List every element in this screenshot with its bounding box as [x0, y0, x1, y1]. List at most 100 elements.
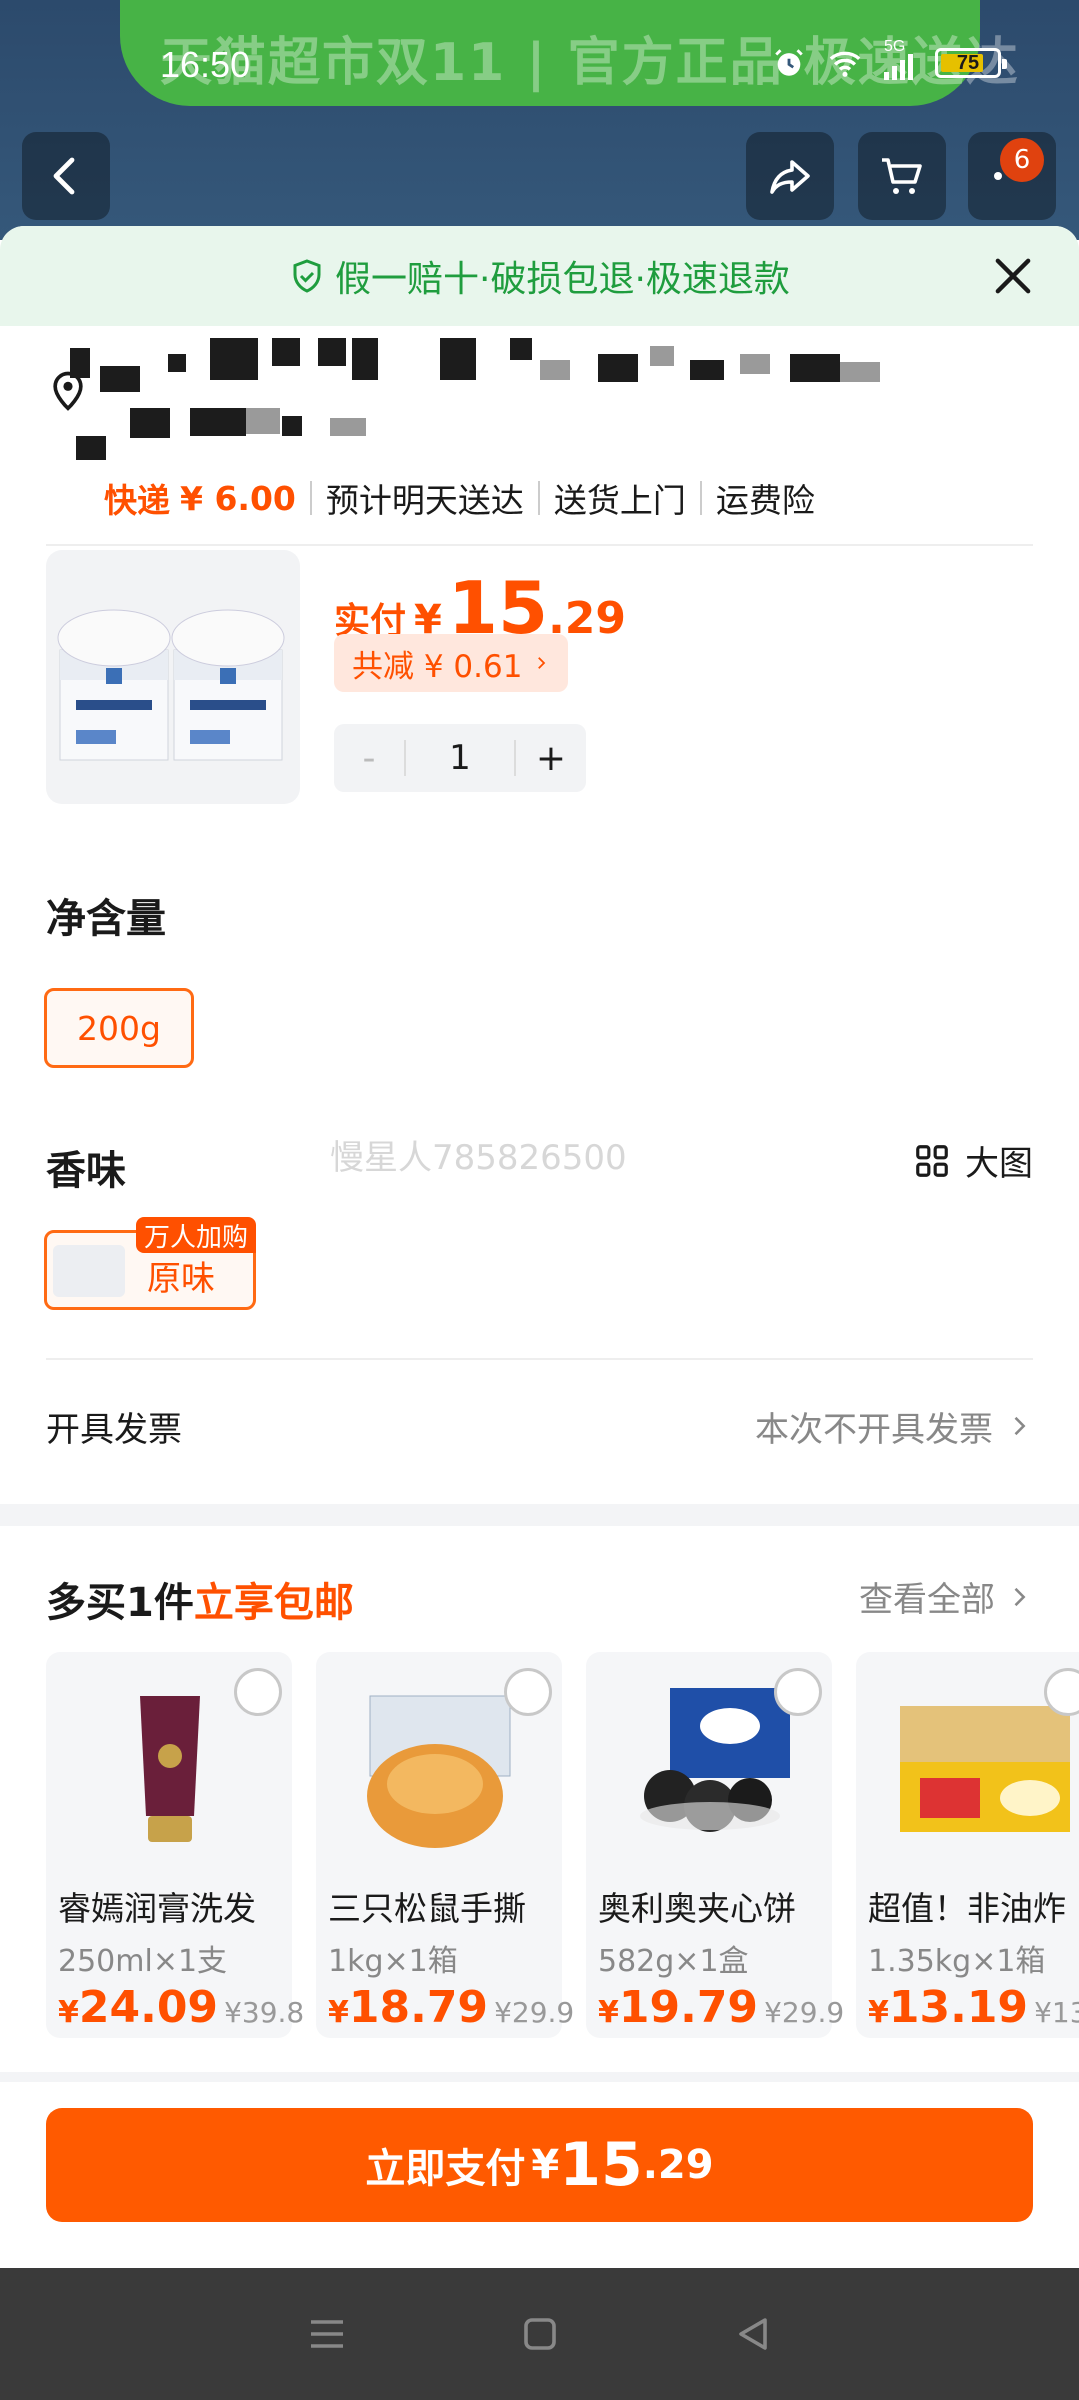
- item-price-value: 24.09: [78, 1982, 219, 2033]
- item-original-price: ¥29.9: [494, 1996, 575, 2029]
- invoice-label: 开具发票: [46, 1409, 182, 1450]
- item-name: 超值！非油炸: [868, 1889, 1066, 1928]
- shipping-fee-label: 快递: [104, 481, 170, 520]
- shipping-info: 快递 ¥ 6.00 预计明天送达 送货上门 运费险: [104, 474, 815, 522]
- item-price: ¥18.79 ¥29.9: [328, 1982, 574, 2033]
- upsell-item-card[interactable]: 超值！非油炸 1.35kg×1箱 ¥13.19¥13.8: [856, 1652, 1079, 2038]
- menu-icon[interactable]: [303, 2310, 351, 2358]
- item-spec: 1.35kg×1箱: [868, 1944, 1046, 1979]
- discount-detail-button[interactable]: 共减 ¥ 0.61: [334, 634, 569, 692]
- chevron-right-icon: [538, 657, 546, 669]
- wifi-icon: [829, 51, 861, 77]
- purchase-sheet: 假一赔十·破损包退·极速退款 快递 ¥ 6.00 预计明天送达 送货上门 运费险…: [0, 226, 1079, 2268]
- item-currency: ¥: [868, 1995, 889, 2030]
- cart-icon: [882, 158, 922, 194]
- item-price: ¥19.79 ¥29.9: [598, 1982, 844, 2033]
- guarantee-text: 假一赔十·破损包退·极速退款: [335, 259, 790, 300]
- section-gap: [0, 1504, 1079, 1526]
- shipping-insurance: 运费险: [715, 481, 815, 520]
- invoice-value: 本次不开具发票: [755, 1409, 993, 1450]
- view-all-link[interactable]: 查看全部: [859, 1572, 1033, 1621]
- shipping-fee: ¥ 6.00: [180, 478, 296, 518]
- popular-tag: 万人加购: [135, 1217, 256, 1253]
- share-button[interactable]: [746, 132, 834, 220]
- battery-level: 75: [956, 51, 980, 74]
- quantity-input[interactable]: 1: [404, 740, 516, 776]
- select-radio[interactable]: [234, 1668, 282, 1716]
- more-button[interactable]: 6: [968, 132, 1056, 220]
- upsell-item-card[interactable]: 三只松鼠手撕 1kg×1箱 ¥18.79 ¥29.9: [316, 1652, 574, 2038]
- battery-icon: 75: [935, 48, 1007, 78]
- delivery-address-section[interactable]: 快递 ¥ 6.00 预计明天送达 送货上门 运费险: [0, 326, 1079, 546]
- pay-currency: ¥: [531, 2142, 560, 2188]
- increase-button[interactable]: +: [516, 738, 586, 779]
- item-price: ¥13.19¥13.8: [868, 1982, 1079, 2033]
- flavor-title: 香味: [46, 1148, 126, 1194]
- item-name: 三只松鼠手撕: [328, 1889, 526, 1928]
- item-currency: ¥: [328, 1995, 349, 2030]
- chevron-left-icon: [53, 157, 75, 195]
- flavor-option-label: 原味: [147, 1259, 215, 1299]
- delivery-eta: 预计明天送达: [325, 481, 524, 520]
- item-spec: 250ml×1支: [58, 1944, 228, 1979]
- pay-amount-decimal: .29: [642, 2142, 714, 2188]
- upsell-item-card[interactable]: 睿嫣润膏洗发 250ml×1支 ¥24.09 ¥39.8: [46, 1652, 304, 2038]
- flavor-thumbnail: [53, 1245, 125, 1297]
- item-spec: 1kg×1箱: [328, 1944, 458, 1979]
- product-summary: 实付 ¥ 15 .29 共减 ¥ 0.61 - 1 +: [0, 546, 1079, 836]
- item-currency: ¥: [598, 1995, 619, 2030]
- item-name: 奥利奥夹心饼: [598, 1889, 796, 1928]
- guarantee-banner: 假一赔十·破损包退·极速退款: [0, 226, 1079, 326]
- item-original-price: ¥13.8: [1034, 1996, 1079, 2029]
- soap-product-image: [57, 609, 285, 761]
- decrease-button[interactable]: -: [334, 738, 404, 779]
- discount-text: 共减 ¥ 0.61: [352, 648, 523, 685]
- pay-now-button[interactable]: 立即支付 ¥ 15 .29: [46, 2108, 1033, 2222]
- item-price-value: 18.79: [348, 1982, 489, 2033]
- item-price: ¥24.09 ¥39.8: [58, 1982, 304, 2033]
- item-currency: ¥: [58, 1995, 79, 2030]
- signal-icon: 5G: [884, 38, 913, 80]
- message-count-badge: 6: [1000, 138, 1044, 182]
- big-image-toggle[interactable]: 大图: [913, 1136, 1033, 1185]
- select-radio[interactable]: [774, 1668, 822, 1716]
- watermark-text: 慢星人785826500: [330, 1138, 627, 1178]
- pay-label: 立即支付: [365, 2146, 526, 2192]
- upsell-list: 睿嫣润膏洗发 250ml×1支 ¥24.09 ¥39.8 三只松鼠手撕 1kg×1…: [46, 1652, 1079, 2038]
- item-price-value: 19.79: [618, 1982, 759, 2033]
- cart-button[interactable]: [858, 132, 946, 220]
- item-original-price: ¥29.9: [764, 1996, 845, 2029]
- close-icon[interactable]: [987, 250, 1039, 302]
- status-time: 16:50: [160, 44, 251, 85]
- network-type: 5G: [884, 38, 906, 55]
- section-gap: [0, 2072, 1079, 2082]
- system-nav-bar: [0, 2268, 1079, 2400]
- back-button[interactable]: [22, 132, 110, 220]
- chevron-right-icon: [1014, 1587, 1026, 1606]
- product-page-backdrop: 天猫超市双11 | 官方正品 极速送达 16:50 5G 75 6: [0, 0, 1079, 240]
- item-original-price: ¥39.8: [224, 1996, 305, 2029]
- upsell-title: 多买1件立享包邮: [46, 1570, 354, 1628]
- net-content-title: 净含量: [46, 896, 166, 942]
- chevron-right-icon: [1014, 1416, 1026, 1436]
- option-200g[interactable]: 200g: [44, 988, 194, 1068]
- option-original-flavor[interactable]: 原味 万人加购: [44, 1217, 256, 1310]
- grid-icon: [916, 1144, 948, 1177]
- shield-check-icon: [293, 259, 321, 293]
- product-thumbnail[interactable]: [46, 550, 300, 804]
- status-bar: 16:50 5G 75: [0, 0, 1079, 136]
- item-spec: 582g×1盒: [598, 1944, 749, 1979]
- pay-amount-integer: 15: [559, 2130, 643, 2200]
- upsell-title-prefix: 多买1件: [46, 1580, 194, 1626]
- back-triangle-icon[interactable]: [729, 2310, 777, 2358]
- view-all-label: 查看全部: [859, 1580, 995, 1620]
- invoice-row[interactable]: 开具发票 本次不开具发票: [46, 1376, 1033, 1476]
- home-icon[interactable]: [516, 2310, 564, 2358]
- upsell-title-highlight: 立享包邮: [193, 1580, 354, 1626]
- alarm-icon: [775, 49, 803, 76]
- upsell-item-card[interactable]: 奥利奥夹心饼 582g×1盒 ¥19.79 ¥29.9: [586, 1652, 844, 2038]
- select-radio[interactable]: [504, 1668, 552, 1716]
- item-price-value: 13.19: [888, 1982, 1029, 2033]
- door-delivery: 送货上门: [553, 481, 686, 520]
- item-name: 睿嫣润膏洗发: [58, 1889, 256, 1928]
